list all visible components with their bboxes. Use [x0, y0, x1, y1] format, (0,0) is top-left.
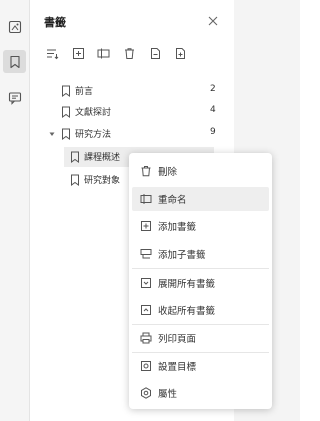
menu-item-label: 收起所有書籤 — [158, 306, 216, 317]
panel-title: 書籤 — [44, 16, 66, 29]
menu-separator — [132, 268, 269, 269]
delete-icon[interactable] — [121, 45, 137, 61]
caret-down-icon[interactable] — [49, 131, 55, 137]
set-target-icon — [141, 361, 151, 371]
rename-icon[interactable] — [95, 45, 111, 61]
comment-icon[interactable] — [3, 86, 26, 109]
menu-item-label: 刪除 — [158, 167, 178, 178]
properties-icon — [141, 387, 151, 399]
bookmark-icon[interactable] — [3, 50, 26, 73]
menu-item-collapse-all[interactable]: 收起所有書籤 — [132, 298, 269, 322]
menu-item-label: 展開所有書籤 — [158, 279, 216, 290]
page-count: 2 — [210, 84, 216, 94]
menu-item-rename[interactable]: 重命名 — [132, 187, 269, 211]
menu-item-properties[interactable]: 屬性 — [132, 381, 269, 405]
bookmark-item[interactable]: 研究方法 9 — [30, 124, 234, 144]
menu-item-add-child-bookmark[interactable]: 添加子書籤 — [132, 242, 269, 266]
menu-item-label: 列印頁面 — [158, 334, 197, 345]
expand-all-icon — [141, 278, 151, 288]
sort-icon[interactable] — [44, 45, 60, 61]
bookmark-item[interactable]: 文獻探討 4 — [30, 102, 234, 122]
menu-separator — [132, 352, 269, 353]
add-bookmark-icon — [141, 221, 151, 231]
collapse-all-icon — [141, 305, 151, 315]
menu-item-label: 設置目標 — [158, 362, 197, 373]
menu-item-label: 添加子書籤 — [158, 250, 206, 261]
page-count: 4 — [210, 105, 216, 115]
bookmark-label: 研究方法 — [75, 130, 112, 140]
menu-item-label: 添加書籤 — [158, 222, 197, 233]
menu-item-print-page[interactable]: 列印頁面 — [132, 326, 269, 350]
import-icon[interactable] — [172, 45, 188, 61]
bookmark-app: 書籤 前言 2 文獻探討 4 研究方法 9 課程概述 研究對象 刪除 重命名 添… — [0, 0, 300, 421]
add-bookmark-icon[interactable] — [70, 45, 86, 61]
trash-icon — [141, 166, 151, 177]
image-bookmark-icon[interactable] — [3, 15, 26, 38]
bookmark-label: 文獻探討 — [75, 108, 112, 118]
close-icon[interactable] — [207, 15, 219, 27]
export-icon[interactable] — [147, 45, 163, 61]
menu-item-label: 屬性 — [158, 389, 178, 400]
menu-item-delete[interactable]: 刪除 — [132, 159, 269, 183]
context-menu: 刪除 重命名 添加書籤 添加子書籤 展開所有書籤 收起所有書籤 列印頁面 設置目… — [129, 153, 272, 409]
menu-item-add-bookmark[interactable]: 添加書籤 — [132, 214, 269, 238]
side-rail — [0, 0, 30, 421]
bookmark-label: 研究對象 — [84, 176, 121, 186]
menu-item-expand-all[interactable]: 展開所有書籤 — [132, 271, 269, 295]
page-count: 9 — [210, 127, 216, 137]
add-child-bookmark-icon — [140, 249, 152, 259]
menu-item-label: 重命名 — [158, 195, 187, 206]
bookmark-item[interactable]: 前言 2 — [30, 81, 234, 101]
bookmark-label: 課程概述 — [84, 153, 121, 163]
bookmark-label: 前言 — [75, 87, 94, 97]
print-icon — [140, 332, 152, 344]
menu-separator — [132, 324, 269, 325]
rename-icon — [140, 194, 152, 204]
menu-item-set-target[interactable]: 設置目標 — [132, 354, 269, 378]
